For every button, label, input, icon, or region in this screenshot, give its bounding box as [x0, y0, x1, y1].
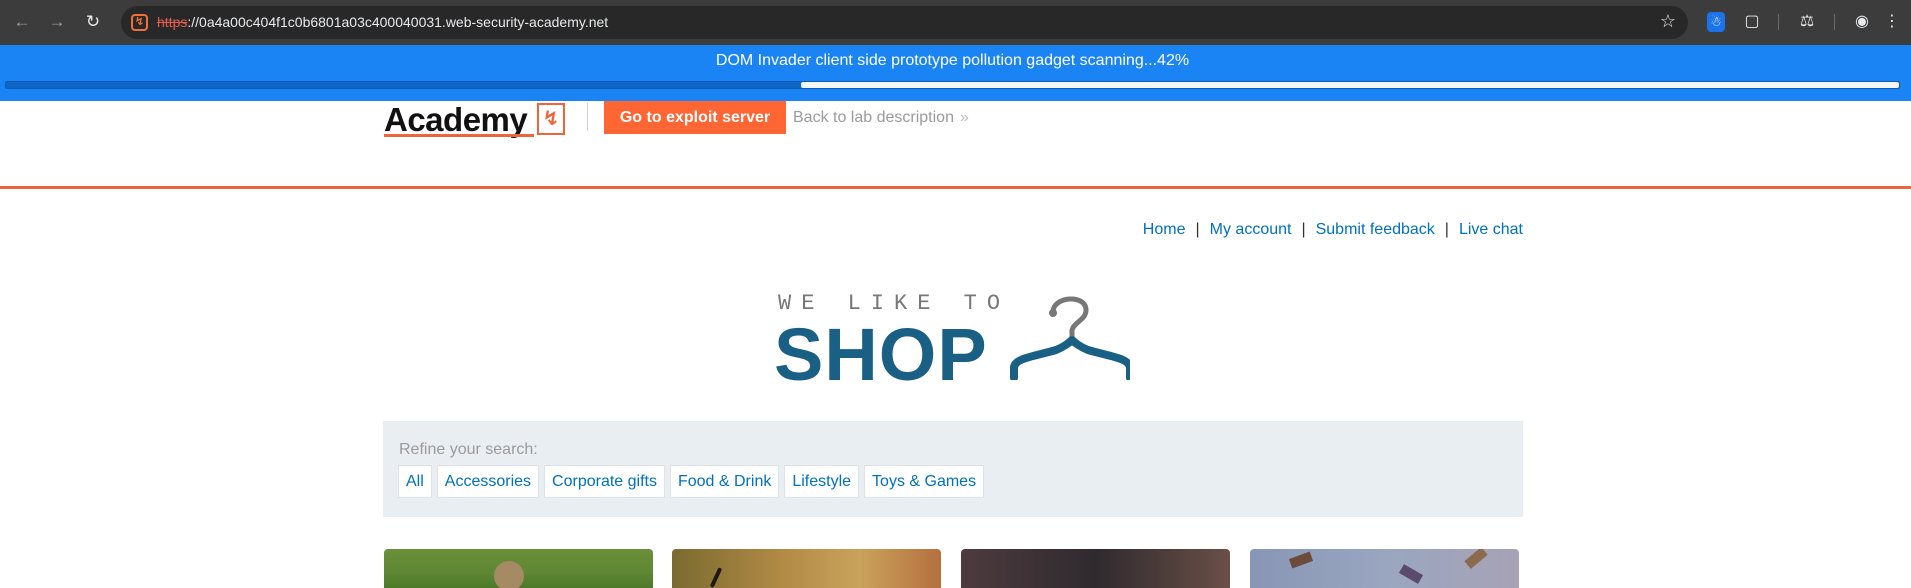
product-photo-detail: [494, 561, 524, 588]
url-host: ://0a4a00c404f1c0b6801a03c400040031.web-…: [187, 14, 609, 30]
product-image[interactable]: [1250, 549, 1519, 588]
product-image[interactable]: [672, 549, 941, 588]
shop-logo-title: SHOP: [774, 313, 988, 396]
top-navigation: Home | My account | Submit feedback | Live cha…: [1143, 221, 1523, 239]
go-to-exploit-server-button[interactable]: Go to exploit server: [604, 101, 786, 134]
product-photo-detail: [1288, 551, 1314, 569]
address-bar[interactable]: ↯ https://0a4a00c404f1c0b6801a03c4000400…: [121, 6, 1688, 39]
dom-invader-banner: DOM Invader client side prototype pollut…: [0, 45, 1911, 101]
category-all[interactable]: All: [398, 465, 432, 498]
nav-separator: |: [1301, 221, 1306, 238]
academy-bolt-icon: ↯: [537, 103, 565, 135]
toolbar-divider: [1778, 14, 1779, 30]
extensions-puzzle-icon[interactable]: ▢: [1740, 10, 1764, 34]
forward-icon[interactable]: →: [45, 10, 69, 34]
toolbar-divider: [1834, 14, 1835, 30]
scan-progress-bar: [5, 81, 1900, 89]
product-image[interactable]: [384, 549, 653, 588]
banner-status-text: DOM Invader client side prototype pollut…: [715, 52, 1190, 69]
double-chevron-right-icon: »: [959, 109, 969, 126]
filter-label: Refine your search:: [399, 441, 538, 458]
back-icon[interactable]: ←: [10, 10, 34, 34]
scan-progress-remaining: [801, 82, 1899, 88]
url-scheme: https: [157, 14, 188, 30]
accessibility-extension-icon[interactable]: ☃: [1707, 12, 1725, 32]
category-corporate-gifts[interactable]: Corporate gifts: [544, 465, 665, 498]
product-photo-detail: [1398, 564, 1424, 584]
url-text[interactable]: https://0a4a00c404f1c0b6801a03c400040031…: [157, 14, 608, 30]
back-to-lab-description-link[interactable]: Back to lab description »: [793, 109, 969, 127]
category-filter-list: All Accessories Corporate gifts Food & D…: [398, 465, 985, 498]
lab-header: Academy ↯ Go to exploit server Back to l…: [0, 101, 1911, 189]
labs-flask-icon[interactable]: ⚖: [1795, 10, 1819, 34]
reload-icon[interactable]: ↻: [81, 10, 105, 34]
profile-icon[interactable]: ◉: [1850, 10, 1874, 34]
nav-separator: |: [1195, 221, 1200, 238]
header-divider: [587, 103, 588, 131]
category-food-drink[interactable]: Food & Drink: [669, 465, 780, 498]
nav-link-home[interactable]: Home: [1143, 221, 1186, 238]
browser-toolbar: ← → ↻ ↯ https://0a4a00c404f1c0b6801a03c4…: [0, 0, 1911, 45]
category-lifestyle[interactable]: Lifestyle: [784, 465, 860, 498]
site-favicon[interactable]: ↯: [131, 14, 148, 31]
hanger-icon: [1010, 296, 1130, 380]
search-filter-panel: Refine your search: All Accessories Corp…: [383, 421, 1523, 517]
nav-link-submit-feedback[interactable]: Submit feedback: [1316, 221, 1435, 238]
category-toys-games[interactable]: Toys & Games: [864, 465, 985, 498]
academy-logo-underline: [384, 134, 534, 137]
product-image[interactable]: [961, 549, 1230, 588]
nav-link-my-account[interactable]: My account: [1210, 221, 1292, 238]
bookmark-star-icon[interactable]: ☆: [1660, 11, 1676, 32]
nav-link-live-chat[interactable]: Live chat: [1459, 221, 1523, 238]
product-photo-detail: [1464, 549, 1488, 569]
nav-separator: |: [1444, 221, 1449, 238]
menu-dots-icon[interactable]: ⋮: [1880, 10, 1904, 34]
back-link-label: Back to lab description: [793, 109, 954, 126]
category-accessories[interactable]: Accessories: [436, 465, 540, 498]
product-photo-detail: [709, 567, 723, 588]
